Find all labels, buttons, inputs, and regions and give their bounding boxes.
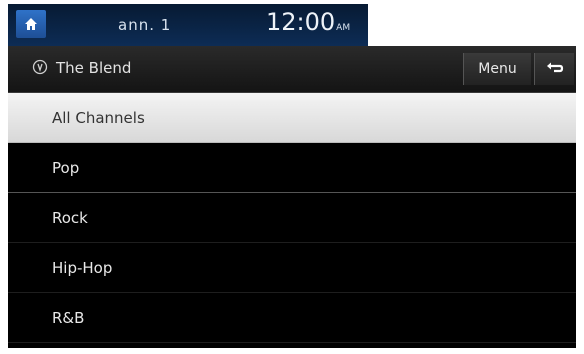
clock-time: 12:00: [266, 8, 336, 36]
back-button[interactable]: [534, 53, 574, 85]
radio-icon: [32, 59, 48, 75]
clock-ampm: AM: [336, 23, 351, 33]
channel-label: Rock: [52, 209, 88, 227]
clock: 12:00AM: [266, 8, 350, 36]
status-bar: ann. 1 12:00AM: [8, 4, 576, 46]
channel-item-all-channels[interactable]: All Channels: [8, 93, 576, 143]
back-arrow-icon: [546, 62, 563, 73]
channel-list: All Channels Pop Rock Hip-Hop R&B: [8, 93, 576, 343]
channel-item-rock[interactable]: Rock: [8, 193, 576, 243]
channel-label: Hip-Hop: [52, 259, 113, 277]
channel-item-pop[interactable]: Pop: [8, 143, 576, 193]
menu-button[interactable]: Menu: [463, 53, 531, 85]
channel-item-hip-hop[interactable]: Hip-Hop: [8, 243, 576, 293]
channel-label: Pop: [52, 159, 80, 177]
infotainment-screen: ann. 1 12:00AM The Blend Menu All Channe…: [8, 4, 576, 348]
home-button[interactable]: [16, 10, 46, 38]
channel-label: All Channels: [52, 109, 145, 127]
channel-item-rnb[interactable]: R&B: [8, 293, 576, 343]
menu-button-label: Menu: [478, 61, 517, 77]
home-icon: [25, 18, 37, 30]
channel-label: R&B: [52, 309, 85, 327]
status-blank-area: [368, 4, 576, 46]
title-bar: The Blend Menu: [8, 46, 576, 93]
source-label: ann. 1: [118, 16, 172, 34]
page-title: The Blend: [56, 59, 132, 77]
